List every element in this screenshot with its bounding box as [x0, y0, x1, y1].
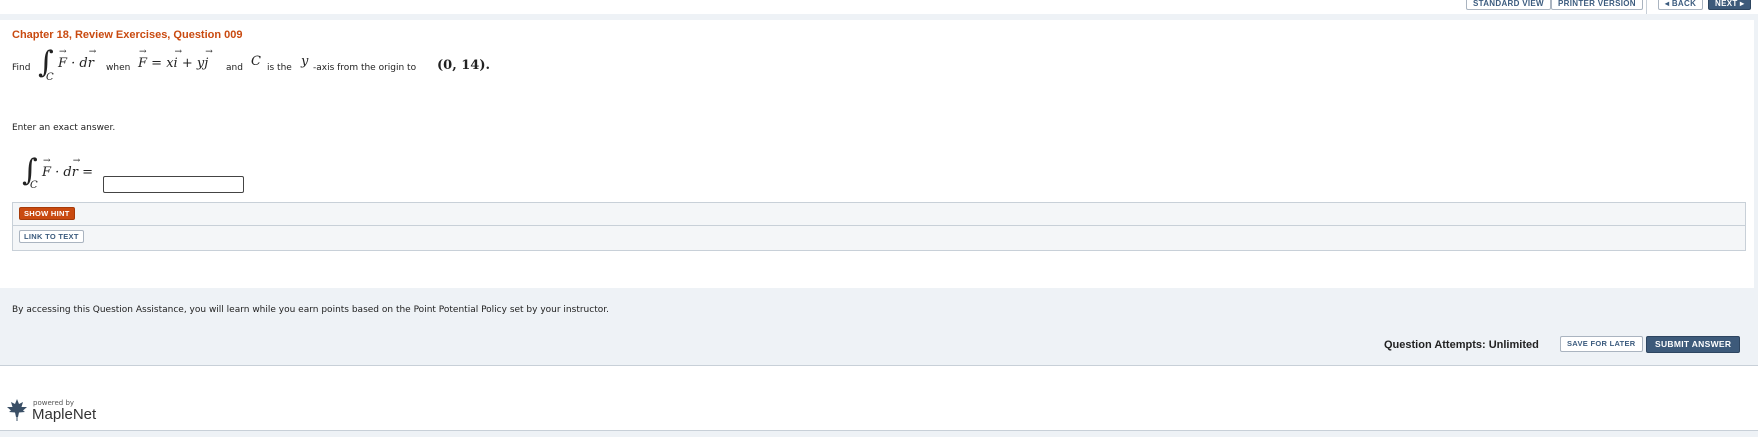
standard-view-button[interactable]: STANDARD VIEW [1466, 0, 1551, 10]
link-to-text-button[interactable]: LINK TO TEXT [19, 230, 84, 243]
vector-field-expression: F = xi + yj [138, 47, 213, 71]
show-hint-button[interactable]: SHOW HINT [19, 207, 75, 220]
when-label: when [106, 63, 131, 73]
bottom-divider [0, 430, 1758, 431]
next-button[interactable]: NEXT ▸ [1708, 0, 1752, 10]
footer: powered by MapleNet [0, 366, 1758, 430]
link-box: LINK TO TEXT [12, 225, 1746, 251]
axis-text: -axis from the origin to [313, 63, 417, 73]
maple-leaf-icon [7, 399, 27, 421]
answer-integral-subscript: C [30, 180, 38, 191]
find-label: Find [12, 63, 31, 73]
brand-logo-text: MapleNet [32, 406, 97, 423]
hint-box: SHOW HINT [12, 202, 1746, 226]
question-title: Chapter 18, Review Exercises, Question 0… [12, 29, 243, 41]
curve-c-var: C [251, 54, 261, 69]
save-for-later-button[interactable]: SAVE FOR LATER [1560, 336, 1643, 352]
back-button[interactable]: ◂ BACK [1658, 0, 1704, 10]
assistance-notice: By accessing this Question Assistance, y… [12, 305, 609, 315]
top-toolbar: STANDARD VIEW PRINTER VERSION ◂ BACK NEX… [0, 0, 1758, 14]
answer-field[interactable] [103, 176, 244, 193]
is-the-label: is the [267, 63, 292, 73]
line-integral-expression: F · dr [58, 47, 97, 71]
instruction-text: Enter an exact answer. [12, 123, 116, 133]
question-panel: Chapter 18, Review Exercises, Question 0… [0, 20, 1754, 288]
question-attempts: Question Attempts: Unlimited [1384, 339, 1539, 351]
toolbar-divider [1646, 0, 1647, 14]
y-var: y [301, 54, 309, 69]
and-label: and [226, 63, 243, 73]
printer-version-button[interactable]: PRINTER VERSION [1551, 0, 1643, 10]
endpoint: (0, 14). [437, 58, 491, 73]
submit-answer-button[interactable]: SUBMIT ANSWER [1646, 336, 1741, 353]
integral-subscript: C [46, 72, 54, 83]
answer-expression: F · dr = [42, 156, 93, 180]
